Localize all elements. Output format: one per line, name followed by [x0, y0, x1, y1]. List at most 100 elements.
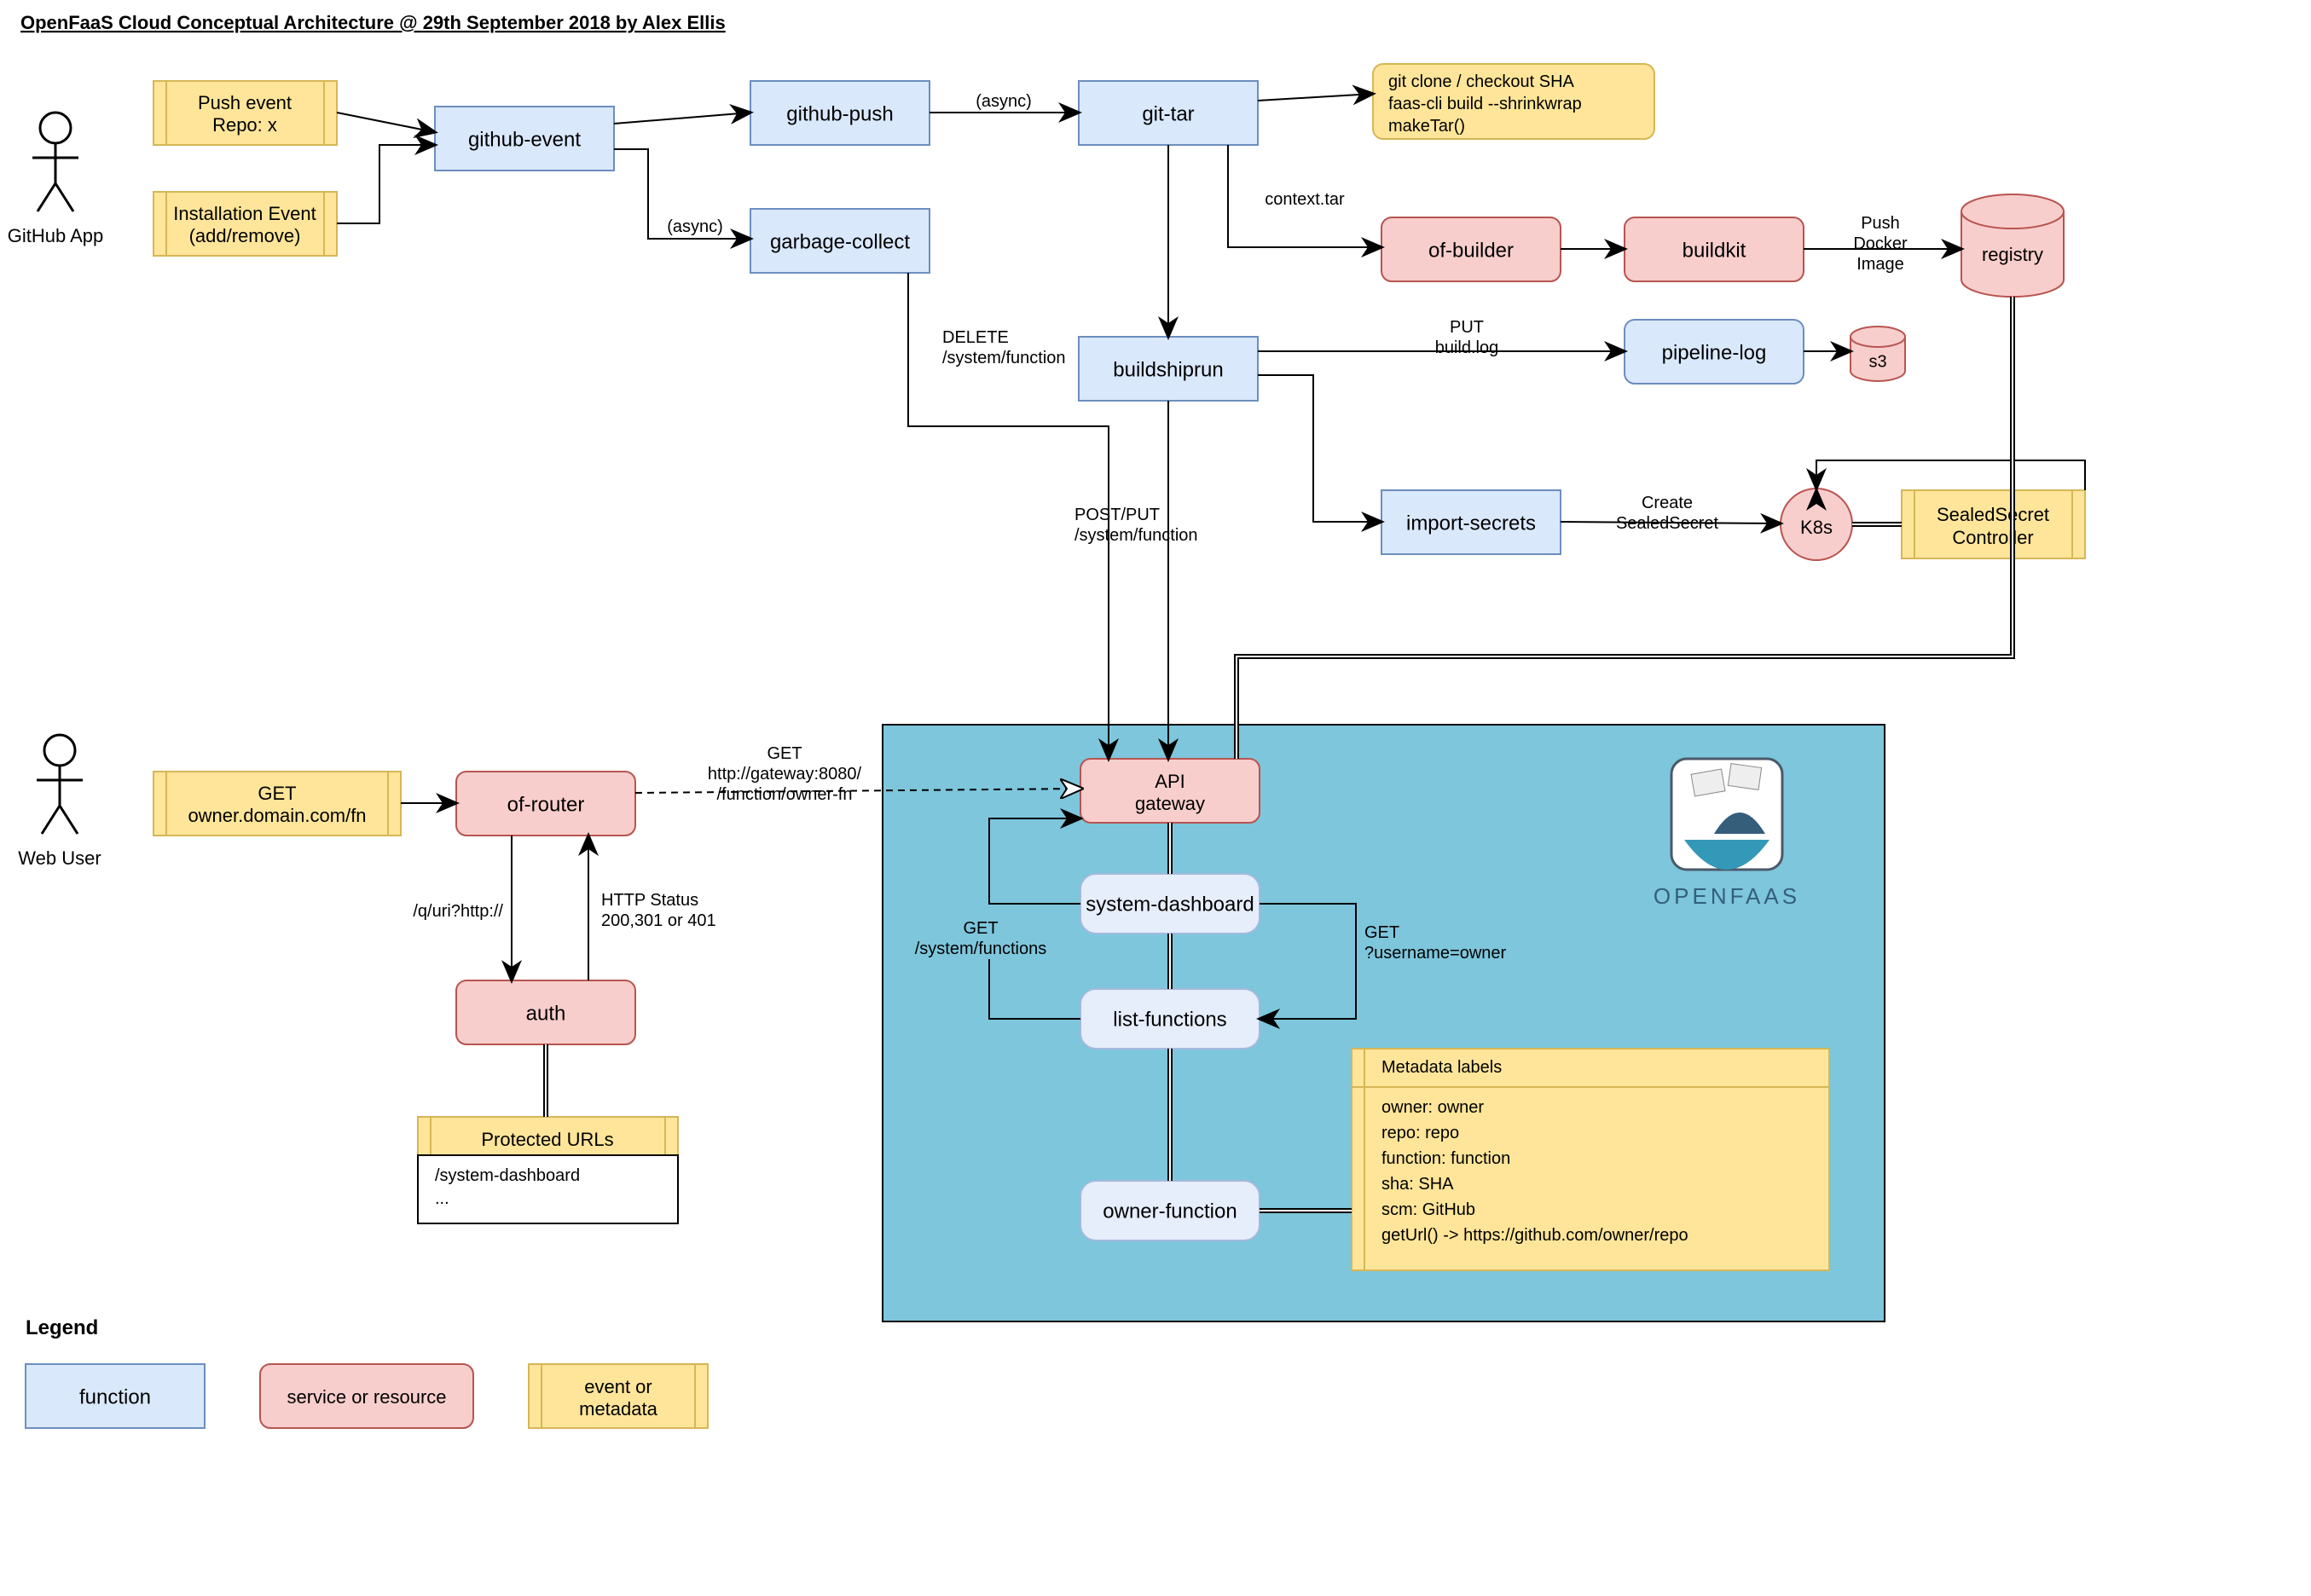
svg-text:faas-cli build --shrinkwrap: faas-cli build --shrinkwrap	[1388, 95, 1582, 113]
svg-text:git clone / checkout SHA: git clone / checkout SHA	[1388, 72, 1575, 91]
svg-text:owner.domain.com/fn: owner.domain.com/fn	[188, 805, 366, 826]
svg-text:OPENFAAS: OPENFAAS	[1654, 883, 1800, 909]
svg-text:Push: Push	[1861, 214, 1900, 233]
svg-text:http://gateway:8080/: http://gateway:8080/	[708, 765, 862, 784]
svg-text:pipeline-log: pipeline-log	[1662, 341, 1767, 364]
s3-svc: s3	[1851, 327, 1905, 381]
svg-text:github-push: github-push	[786, 102, 893, 125]
github-event-fn: github-event	[435, 107, 614, 171]
svg-text:K8s: K8s	[1800, 517, 1833, 538]
svg-text:github-event: github-event	[468, 128, 581, 151]
legend-function: function	[26, 1364, 205, 1428]
svg-text:HTTP Status: HTTP Status	[601, 891, 698, 910]
svg-text:Push event: Push event	[198, 92, 292, 113]
svg-text:of-builder: of-builder	[1428, 239, 1514, 262]
svg-text:buildkit: buildkit	[1683, 239, 1746, 262]
git-tar-fn: git-tar	[1079, 81, 1258, 145]
svg-text:Web User: Web User	[18, 847, 101, 869]
svg-text:/system/functions: /system/functions	[915, 940, 1047, 958]
svg-text:/function/owner-fn: /function/owner-fn	[717, 785, 853, 804]
system-dashboard-fn: system-dashboard	[1080, 874, 1260, 934]
k8s-svc: K8s	[1781, 489, 1852, 560]
svg-text:metadata: metadata	[579, 1398, 657, 1420]
registry-svc: registry	[1961, 194, 2064, 297]
git-cmds-box: git clone / checkout SHA faas-cli build …	[1373, 64, 1654, 139]
svg-text:(async): (async)	[667, 217, 723, 236]
svg-text:build.log: build.log	[1435, 338, 1499, 357]
legend-event: event or metadata	[529, 1364, 708, 1428]
svg-text:buildshiprun: buildshiprun	[1113, 358, 1223, 381]
garbage-collect-fn: garbage-collect	[750, 209, 930, 273]
svg-text:list-functions: list-functions	[1113, 1008, 1226, 1031]
web-user-actor: Web User	[18, 735, 101, 869]
install-event-box: Installation Event (add/remove)	[153, 192, 337, 256]
github-push-fn: github-push	[750, 81, 930, 145]
svg-text:of-router: of-router	[507, 793, 585, 816]
metadata-labels-box: Metadata labels owner: owner repo: repo …	[1352, 1049, 1829, 1270]
svg-text:makeTar(): makeTar()	[1388, 117, 1465, 136]
list-functions-fn: list-functions	[1080, 989, 1260, 1049]
svg-text:s3: s3	[1868, 352, 1886, 371]
svg-text:Controller: Controller	[1952, 527, 2033, 548]
svg-text:function: function: function: function	[1381, 1149, 1510, 1168]
svg-text:registry: registry	[1982, 244, 2043, 265]
github-app-actor: GitHub App	[8, 113, 104, 246]
svg-text:Docker: Docker	[1853, 234, 1908, 253]
svg-text:sha: SHA: sha: SHA	[1381, 1175, 1454, 1194]
import-secrets-fn: import-secrets	[1381, 490, 1561, 554]
svg-text:Installation Event: Installation Event	[173, 203, 316, 224]
svg-text:POST/PUT: POST/PUT	[1074, 506, 1160, 524]
svg-text:SealedSecret: SealedSecret	[1937, 504, 2049, 525]
svg-text:/q/uri?http://: /q/uri?http://	[413, 902, 503, 921]
diagram-title: OpenFaaS Cloud Conceptual Architecture @…	[20, 12, 726, 33]
svg-text:Create: Create	[1642, 494, 1693, 512]
svg-text:PUT: PUT	[1450, 318, 1484, 337]
of-builder-svc: of-builder	[1381, 217, 1561, 281]
svg-text:garbage-collect: garbage-collect	[770, 230, 910, 253]
svg-text:DELETE: DELETE	[942, 328, 1009, 347]
svg-text:?username=owner: ?username=owner	[1364, 944, 1507, 963]
push-event-box: Push event Repo: x	[153, 81, 337, 145]
svg-text:(async): (async)	[976, 92, 1032, 111]
buildkit-svc: buildkit	[1625, 217, 1804, 281]
svg-text:Image: Image	[1856, 255, 1904, 274]
api-gateway-svc: API gateway	[1080, 759, 1260, 823]
svg-text:gateway: gateway	[1135, 793, 1205, 814]
svg-text:(add/remove): (add/remove)	[189, 225, 301, 246]
owner-function-fn: owner-function	[1080, 1181, 1260, 1240]
get-owner-box: GET owner.domain.com/fn	[153, 772, 401, 836]
svg-text:import-secrets: import-secrets	[1406, 512, 1536, 535]
svg-text:context.tar: context.tar	[1265, 190, 1345, 209]
svg-text:...: ...	[435, 1189, 449, 1208]
svg-text:/system/function: /system/function	[942, 349, 1066, 367]
svg-text:getUrl() -> https://github.com: getUrl() -> https://github.com/owner/rep…	[1381, 1226, 1688, 1245]
svg-text:event or: event or	[584, 1376, 652, 1397]
buildshiprun-fn: buildshiprun	[1079, 337, 1258, 401]
svg-text:GET: GET	[767, 744, 802, 763]
legend-service: service or resource	[260, 1364, 473, 1428]
svg-text:function: function	[79, 1385, 151, 1408]
openfaas-logo: OPENFAAS	[1654, 759, 1800, 909]
svg-text:SealedSecret: SealedSecret	[1616, 514, 1719, 533]
svg-text:GET: GET	[963, 919, 998, 938]
svg-text:system-dashboard: system-dashboard	[1086, 893, 1254, 916]
svg-text:Repo: x: Repo: x	[212, 114, 277, 136]
svg-text:/system-dashboard: /system-dashboard	[435, 1166, 580, 1185]
svg-text:auth: auth	[526, 1002, 566, 1025]
svg-text:service or resource: service or resource	[287, 1386, 446, 1408]
svg-text:owner-function: owner-function	[1103, 1200, 1237, 1223]
svg-text:repo: repo: repo: repo	[1381, 1124, 1459, 1142]
svg-text:owner: owner: owner: owner	[1381, 1098, 1484, 1117]
svg-text:Metadata labels: Metadata labels	[1381, 1058, 1502, 1077]
svg-text:GET: GET	[258, 783, 296, 804]
pipeline-log-fn: pipeline-log	[1625, 320, 1804, 384]
sealed-secret-controller-box: SealedSecret Controller	[1902, 490, 2085, 558]
svg-text:git-tar: git-tar	[1142, 102, 1194, 125]
svg-text:scm: GitHub: scm: GitHub	[1381, 1200, 1475, 1219]
svg-text:/system/function: /system/function	[1074, 526, 1198, 545]
architecture-diagram: OpenFaaS Cloud Conceptual Architecture @…	[0, 0, 2311, 1596]
legend-title: Legend	[26, 1316, 98, 1339]
svg-text:GitHub App: GitHub App	[8, 225, 104, 246]
svg-text:GET: GET	[1364, 923, 1399, 942]
of-router-svc: of-router	[456, 772, 635, 836]
